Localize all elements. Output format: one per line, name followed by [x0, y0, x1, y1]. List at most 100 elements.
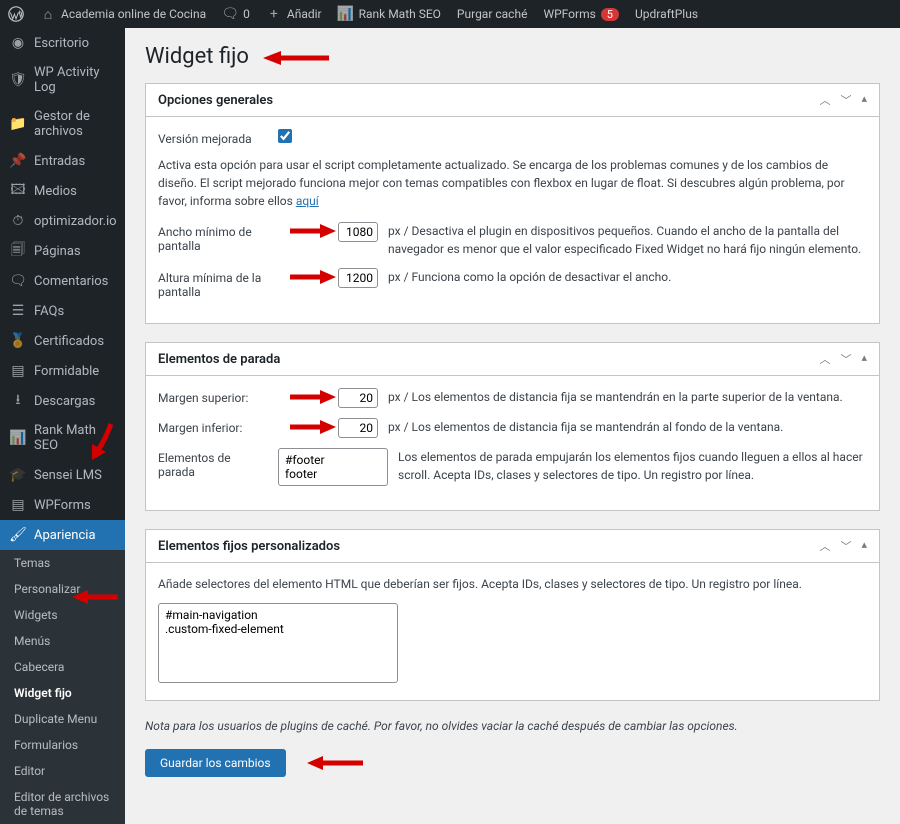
brush-icon: 🖌 — [10, 527, 26, 543]
comments-link[interactable]: 🗨0 — [222, 6, 250, 22]
sidebar-item-filemanager[interactable]: 📁Gestor de archivos — [0, 102, 125, 146]
comment-icon: 🗨 — [222, 6, 238, 22]
sub-dup-menu[interactable]: Duplicate Menu — [0, 706, 125, 732]
home-icon: ⌂ — [40, 6, 56, 22]
site-name-link[interactable]: ⌂Academia online de Cocina — [40, 6, 206, 22]
panel-general-head[interactable]: Opciones generales ︿ ﹀ ▴ — [146, 84, 879, 117]
panel-custom: Elementos fijos personalizados ︿ ﹀ ▴ Aña… — [145, 529, 880, 701]
chevron-up-icon[interactable]: ︿ — [819, 351, 830, 367]
chevron-up-icon[interactable]: ︿ — [819, 538, 830, 554]
panel-controls: ︿ ﹀ ▴ — [819, 92, 867, 108]
sidebar-item-optimizador[interactable]: ⏱optimizador.io — [0, 206, 125, 236]
panel-stop-title: Elementos de parada — [158, 352, 280, 367]
chevron-down-icon[interactable]: ﹀ — [840, 92, 851, 108]
chevron-down-icon[interactable]: ﹀ — [840, 351, 851, 367]
marginbot-label: Margen inferior: — [158, 418, 268, 435]
annotation-arrow-icon — [278, 388, 328, 406]
caret-up-icon[interactable]: ▴ — [861, 351, 867, 367]
chart-icon: 📊 — [338, 6, 354, 22]
media-icon: 🖾 — [10, 183, 26, 199]
folder-icon: 📁 — [10, 116, 26, 132]
enhanced-checkbox[interactable] — [278, 129, 292, 143]
sub-widgets[interactable]: Widgets — [0, 602, 125, 628]
chevron-up-icon[interactable]: ︿ — [819, 92, 830, 108]
plus-icon: + — [266, 6, 282, 22]
sidebar-item-comments[interactable]: 🗨Comentarios — [0, 266, 125, 296]
panel-stop: Elementos de parada ︿ ﹀ ▴ Margen superio… — [145, 342, 880, 511]
updraft-link[interactable]: UpdraftPlus — [635, 7, 698, 21]
caret-up-icon[interactable]: ▴ — [861, 538, 867, 554]
admin-bar: ⌂Academia online de Cocina 🗨0 +Añadir 📊R… — [0, 0, 900, 28]
page-icon: 🗐 — [10, 243, 26, 259]
panel-controls: ︿ ﹀ ▴ — [819, 351, 867, 367]
sub-menus[interactable]: Menús — [0, 628, 125, 654]
sub-header[interactable]: Cabecera — [0, 654, 125, 680]
add-new-link[interactable]: +Añadir — [266, 6, 322, 22]
panel-general-title: Opciones generales — [158, 93, 273, 108]
sub-theme-editor[interactable]: Editor de archivos de temas — [0, 784, 125, 824]
wpforms-link[interactable]: WPForms5 — [543, 7, 619, 21]
minwidth-label: Ancho mínimo de pantalla — [158, 222, 268, 253]
panel-controls: ︿ ﹀ ▴ — [819, 538, 867, 554]
sub-widget-fijo[interactable]: Widget fijo — [0, 680, 125, 706]
panel-custom-head[interactable]: Elementos fijos personalizados ︿ ﹀ ▴ — [146, 530, 879, 563]
enhanced-label: Versión mejorada — [158, 129, 268, 146]
panel-general: Opciones generales ︿ ﹀ ▴ Versión mejorad… — [145, 83, 880, 324]
stopel-desc: Los elementos de parada empujarán los el… — [398, 448, 867, 484]
stopel-label: Elementos de parada — [158, 448, 268, 479]
shield-icon: 🛡 — [10, 72, 26, 88]
annotation-arrow-icon — [300, 754, 360, 772]
marginbot-input[interactable] — [338, 418, 378, 438]
custom-textarea[interactable]: #main-navigation .custom-fixed-element — [158, 603, 398, 683]
sub-customize[interactable]: Personalizar — [0, 576, 125, 602]
sub-themes[interactable]: Temas — [0, 550, 125, 576]
sidebar-item-wpforms[interactable]: ▤WPForms — [0, 490, 125, 520]
main-content: Widget fijo Opciones generales ︿ ﹀ ▴ Ver… — [125, 28, 900, 824]
gauge-icon: ⏱ — [10, 213, 26, 229]
sidebar-item-rankmath[interactable]: 📊Rank Math SEO — [0, 416, 125, 460]
cache-note: Nota para los usuarios de plugins de cac… — [145, 719, 880, 733]
sidebar-item-posts[interactable]: 📌Entradas — [0, 146, 125, 176]
sidebar-item-formidable[interactable]: ▤Formidable — [0, 356, 125, 386]
minwidth-input[interactable] — [338, 222, 378, 242]
minheight-label: Altura mínima de la pantalla — [158, 268, 268, 299]
sidebar-item-faqs[interactable]: ☰FAQs — [0, 296, 125, 326]
sidebar-item-activitylog[interactable]: 🛡WP Activity Log — [0, 58, 125, 102]
sub-forms[interactable]: Formularios — [0, 732, 125, 758]
minheight-input[interactable] — [338, 268, 378, 288]
purge-cache-link[interactable]: Purgar caché — [457, 7, 528, 21]
panel-custom-title: Elementos fijos personalizados — [158, 539, 340, 554]
stopel-textarea[interactable]: #footer footer — [278, 448, 388, 486]
sidebar-item-downloads[interactable]: ⭳Descargas — [0, 386, 125, 416]
enhanced-desc: Activa esta opción para usar el script c… — [158, 156, 867, 210]
margintop-input[interactable] — [338, 388, 378, 408]
panel-stop-head[interactable]: Elementos de parada ︿ ﹀ ▴ — [146, 343, 879, 376]
sidebar-submenu: Temas Personalizar Widgets Menús Cabecer… — [0, 550, 125, 824]
caret-up-icon[interactable]: ▴ — [861, 92, 867, 108]
chevron-down-icon[interactable]: ﹀ — [840, 538, 851, 554]
annotation-arrow-icon — [278, 418, 328, 436]
sidebar-item-appearance[interactable]: 🖌Apariencia — [0, 520, 125, 550]
wp-logo[interactable] — [8, 6, 24, 22]
marginbot-desc: px / Los elementos de distancia fija se … — [388, 418, 783, 436]
wpforms-badge: 5 — [601, 8, 619, 21]
minwidth-desc: px / Desactiva el plugin en dispositivos… — [388, 222, 867, 258]
save-button[interactable]: Guardar los cambios — [145, 749, 286, 777]
annotation-arrow-icon — [278, 268, 328, 286]
award-icon: 🏅 — [10, 333, 26, 349]
sidebar-item-certificates[interactable]: 🏅Certificados — [0, 326, 125, 356]
report-link[interactable]: aquí — [296, 194, 319, 208]
sidebar-item-media[interactable]: 🖾Medios — [0, 176, 125, 206]
margintop-label: Margen superior: — [158, 388, 268, 405]
comment-icon: 🗨 — [10, 273, 26, 289]
page-title: Widget fijo — [145, 44, 880, 69]
rankmath-link[interactable]: 📊Rank Math SEO — [338, 6, 441, 22]
sub-editor[interactable]: Editor — [0, 758, 125, 784]
sidebar-item-dashboard[interactable]: ◉Escritorio — [0, 28, 125, 58]
margintop-desc: px / Los elementos de distancia fija se … — [388, 388, 843, 406]
custom-desc: Añade selectores del elemento HTML que d… — [158, 575, 867, 593]
download-icon: ⭳ — [10, 393, 26, 409]
annotation-arrow-icon — [261, 48, 331, 66]
sidebar-item-pages[interactable]: 🗐Páginas — [0, 236, 125, 266]
sidebar-item-sensei[interactable]: 🎓Sensei LMS — [0, 460, 125, 490]
